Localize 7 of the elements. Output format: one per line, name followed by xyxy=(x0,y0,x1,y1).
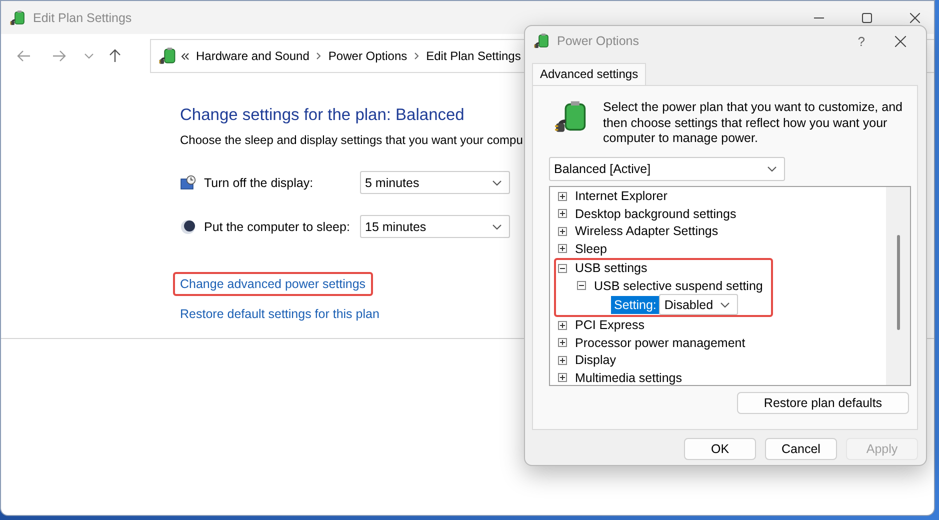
window-title: Edit Plan Settings xyxy=(33,10,132,24)
setting-label: Turn off the display: xyxy=(204,176,314,190)
intro-text: Select the power plan that you want to customize, and then choose settings that reflect how you want your computer to manage power. xyxy=(603,100,903,146)
dialog-title: Power Options xyxy=(557,34,639,48)
setting-label: Put the computer to sleep: xyxy=(204,220,350,234)
page-heading: Change settings for the plan: Balanced xyxy=(180,106,464,125)
description-text: Choose the sleep and display settings that you want your compu xyxy=(180,133,523,147)
